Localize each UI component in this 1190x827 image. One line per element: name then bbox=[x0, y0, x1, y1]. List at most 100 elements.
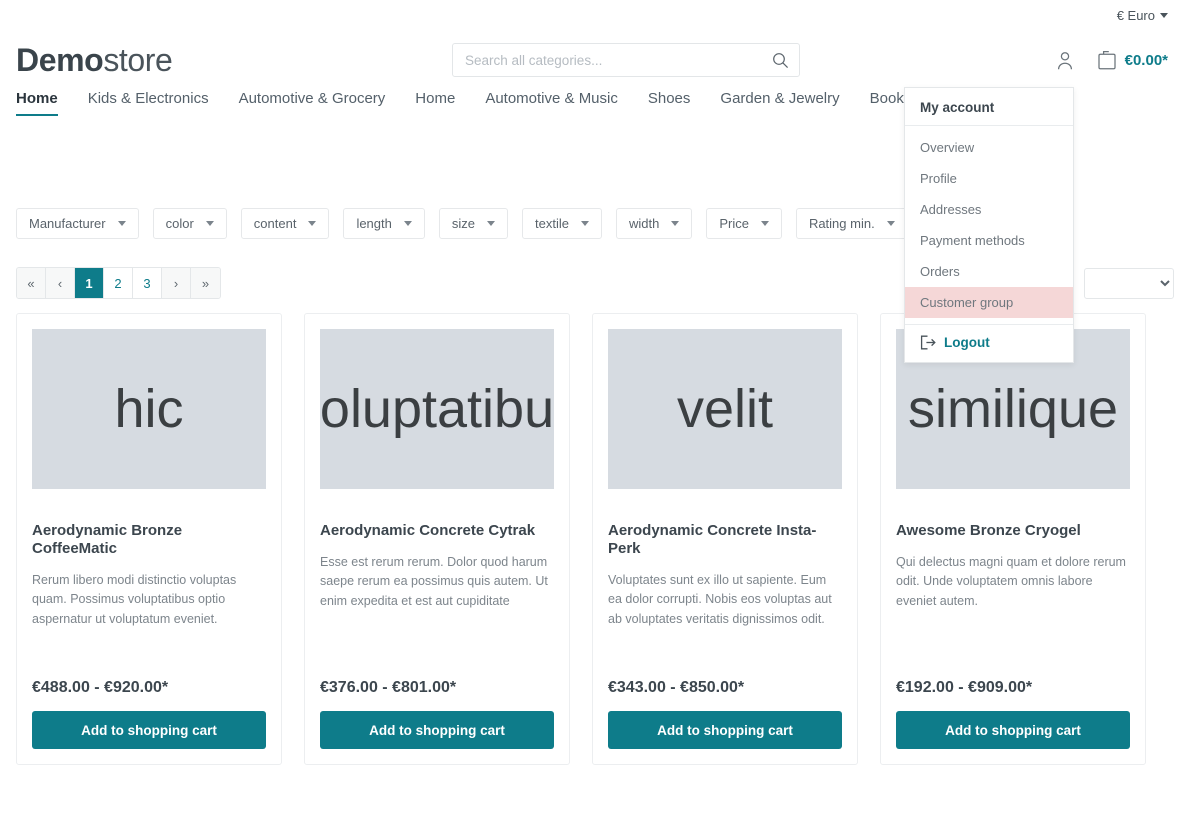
product-price: €343.00 - €850.00* bbox=[608, 679, 745, 696]
logout-icon bbox=[920, 335, 936, 350]
product-title[interactable]: Awesome Bronze Cryogel bbox=[896, 522, 1130, 540]
filter-length[interactable]: length bbox=[343, 208, 425, 239]
search-container bbox=[452, 43, 800, 77]
product-card: voluptatibus Aerodynamic Concrete Cytrak… bbox=[304, 313, 570, 765]
pagination-page-2[interactable]: 2 bbox=[104, 268, 133, 298]
product-title[interactable]: Aerodynamic Bronze CoffeeMatic bbox=[32, 522, 266, 558]
pagination-page-1[interactable]: 1 bbox=[75, 268, 104, 298]
filter-label: Price bbox=[719, 216, 749, 231]
chevron-down-icon bbox=[117, 221, 126, 226]
product-image-text: hic bbox=[114, 379, 184, 439]
filter-label: content bbox=[253, 216, 297, 231]
product-listing: hic Aerodynamic Bronze CoffeeMatic Rerum… bbox=[0, 313, 1190, 765]
account-menu-button[interactable] bbox=[1053, 48, 1077, 73]
product-price: €488.00 - €920.00* bbox=[32, 679, 169, 696]
cart-total-amount: €0.00* bbox=[1124, 51, 1168, 69]
chevron-down-icon bbox=[580, 221, 589, 226]
filter-label: Rating min. bbox=[808, 216, 875, 231]
product-card: velit Aerodynamic Concrete Insta-Perk Vo… bbox=[592, 313, 858, 765]
product-description: Voluptates sunt ex illo ut sapiente. Eum… bbox=[608, 573, 832, 626]
nav-item-home-2[interactable]: Home bbox=[415, 90, 455, 116]
pagination-next-page[interactable]: › bbox=[162, 268, 191, 298]
search-input[interactable] bbox=[452, 43, 800, 77]
filter-color[interactable]: color bbox=[152, 208, 227, 239]
account-dropdown-menu: My account Overview Profile Addresses Pa… bbox=[904, 87, 1074, 363]
search-icon bbox=[772, 52, 788, 68]
product-image-text: similique bbox=[907, 379, 1119, 439]
chevron-down-icon bbox=[886, 221, 895, 226]
filter-price[interactable]: Price bbox=[706, 208, 782, 239]
chevron-down-icon bbox=[205, 221, 214, 226]
header-actions: €0.00* bbox=[1053, 48, 1174, 73]
filter-label: color bbox=[165, 216, 194, 231]
search-submit-button[interactable] bbox=[760, 43, 800, 77]
nav-item-kids-electronics[interactable]: Kids & Electronics bbox=[88, 90, 209, 116]
product-description: Qui delectus magni quam et dolore rerum … bbox=[896, 555, 1126, 608]
filter-label: textile bbox=[534, 216, 569, 231]
sorting-select[interactable] bbox=[1084, 267, 1174, 299]
account-menu-item-addresses[interactable]: Addresses bbox=[905, 194, 1073, 225]
cart-button[interactable]: €0.00* bbox=[1091, 48, 1174, 72]
logout-button[interactable]: Logout bbox=[905, 324, 1073, 362]
shopping-bag-icon bbox=[1098, 50, 1116, 70]
product-card: similique Awesome Bronze Cryogel Qui del… bbox=[880, 313, 1146, 765]
pagination-page-3[interactable]: 3 bbox=[133, 268, 162, 298]
product-image[interactable]: voluptatibus bbox=[320, 329, 554, 489]
pagination-first-page[interactable]: « bbox=[17, 268, 46, 298]
currency-switcher[interactable]: € Euro bbox=[1111, 7, 1174, 24]
account-menu-item-orders[interactable]: Orders bbox=[905, 256, 1073, 287]
chevron-down-icon bbox=[760, 221, 769, 226]
pagination-prev-page[interactable]: ‹ bbox=[46, 268, 75, 298]
nav-item-automotive-music[interactable]: Automotive & Music bbox=[485, 90, 618, 116]
product-image-text: velit bbox=[676, 379, 774, 439]
filter-rating-min[interactable]: Rating min. bbox=[795, 208, 908, 239]
filter-content[interactable]: content bbox=[240, 208, 330, 239]
logo-light-part: store bbox=[103, 41, 173, 78]
utility-bar: € Euro bbox=[0, 0, 1190, 30]
account-menu-item-customer-group[interactable]: Customer group bbox=[905, 287, 1073, 318]
logout-label: Logout bbox=[944, 335, 990, 350]
filter-textile[interactable]: textile bbox=[521, 208, 602, 239]
currency-label: € Euro bbox=[1116, 7, 1155, 23]
product-title[interactable]: Aerodynamic Concrete Cytrak bbox=[320, 522, 554, 540]
nav-item-home[interactable]: Home bbox=[16, 90, 58, 116]
product-description: Esse est rerum rerum. Dolor quod harum s… bbox=[320, 555, 548, 608]
nav-item-automotive-grocery[interactable]: Automotive & Grocery bbox=[239, 90, 386, 116]
filter-label: width bbox=[628, 216, 660, 231]
nav-item-shoes[interactable]: Shoes bbox=[648, 90, 691, 116]
site-logo[interactable]: Demostore bbox=[16, 41, 173, 79]
chevron-down-icon bbox=[671, 221, 680, 226]
chevron-down-icon bbox=[403, 221, 412, 226]
pagination-last-page[interactable]: » bbox=[191, 268, 220, 298]
add-to-cart-button[interactable]: Add to shopping cart bbox=[896, 711, 1130, 749]
add-to-cart-button[interactable]: Add to shopping cart bbox=[608, 711, 842, 749]
product-image-text: voluptatibus bbox=[320, 379, 554, 439]
site-header: Demostore €0.00* bbox=[0, 30, 1190, 90]
product-image[interactable]: velit bbox=[608, 329, 842, 489]
chevron-down-icon bbox=[486, 221, 495, 226]
account-menu-item-payment-methods[interactable]: Payment methods bbox=[905, 225, 1073, 256]
filter-label: length bbox=[356, 216, 392, 231]
filter-label: size bbox=[451, 216, 475, 231]
filter-manufacturer[interactable]: Manufacturer bbox=[16, 208, 139, 239]
account-menu-item-profile[interactable]: Profile bbox=[905, 163, 1073, 194]
user-icon bbox=[1057, 51, 1072, 69]
product-description: Rerum libero modi distinctio voluptas qu… bbox=[32, 573, 237, 626]
filter-size[interactable]: size bbox=[438, 208, 508, 239]
filter-width[interactable]: width bbox=[615, 208, 693, 239]
pagination: « ‹ 1 2 3 › » bbox=[16, 267, 221, 299]
product-price: €376.00 - €801.00* bbox=[320, 679, 457, 696]
logo-bold-part: Demo bbox=[16, 41, 104, 78]
product-image[interactable]: hic bbox=[32, 329, 266, 489]
product-title[interactable]: Aerodynamic Concrete Insta-Perk bbox=[608, 522, 842, 558]
product-card: hic Aerodynamic Bronze CoffeeMatic Rerum… bbox=[16, 313, 282, 765]
nav-item-garden-jewelry[interactable]: Garden & Jewelry bbox=[720, 90, 839, 116]
account-dropdown-title: My account bbox=[905, 100, 1073, 126]
product-price: €192.00 - €909.00* bbox=[896, 679, 1033, 696]
add-to-cart-button[interactable]: Add to shopping cart bbox=[320, 711, 554, 749]
add-to-cart-button[interactable]: Add to shopping cart bbox=[32, 711, 266, 749]
filter-label: Manufacturer bbox=[29, 216, 106, 231]
caret-down-icon bbox=[1160, 12, 1168, 18]
account-menu-item-overview[interactable]: Overview bbox=[905, 132, 1073, 163]
chevron-down-icon bbox=[308, 221, 317, 226]
